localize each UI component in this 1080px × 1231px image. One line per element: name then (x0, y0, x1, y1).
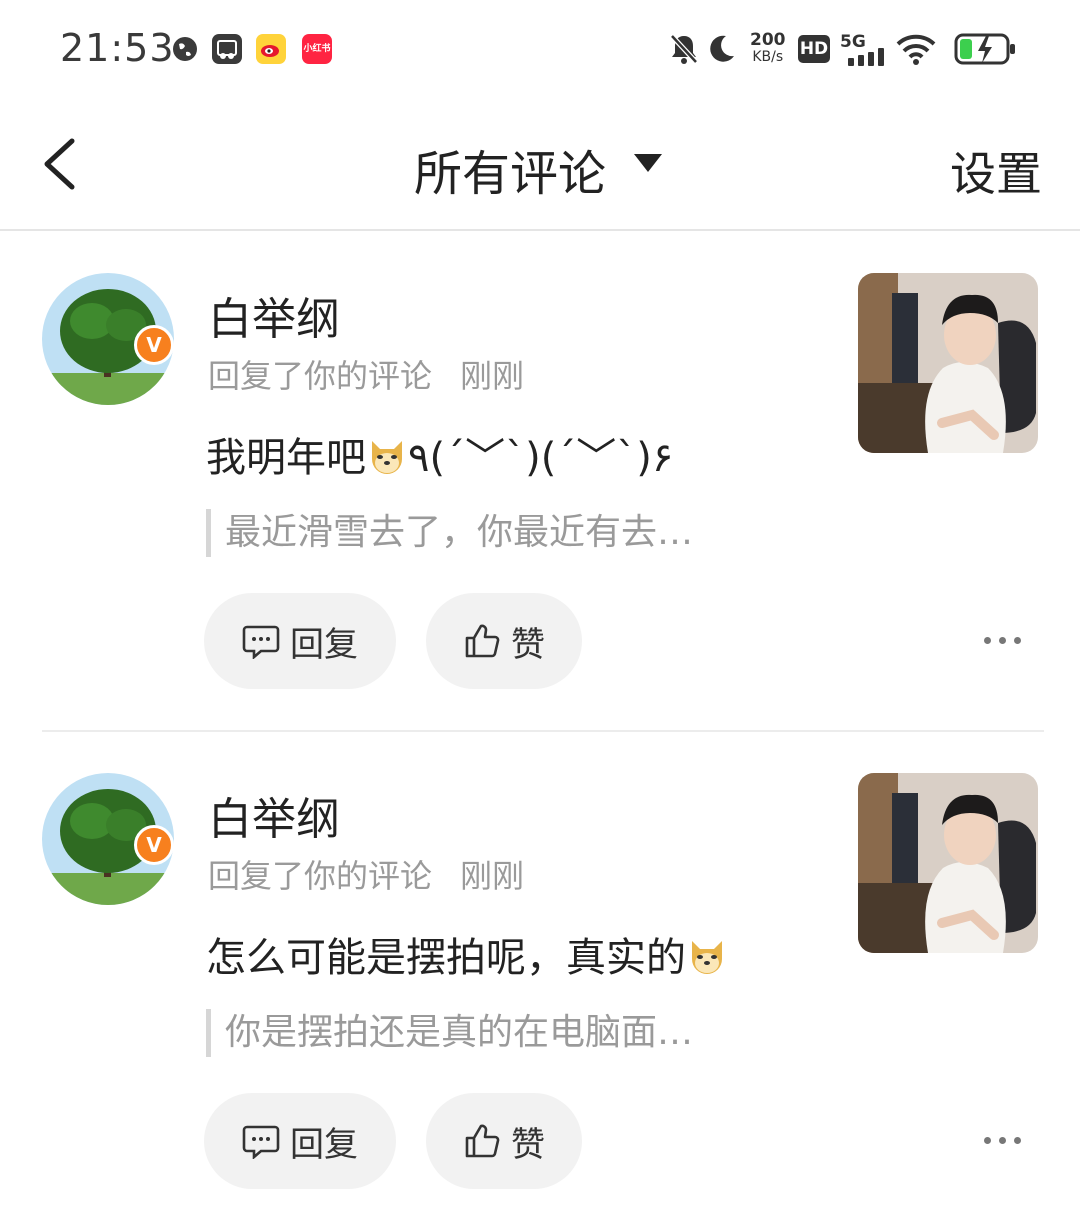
comment-meta: 回复了你的评论 刚刚 (208, 851, 524, 897)
network-speed: 200 KB/s (750, 32, 786, 66)
post-thumbnail[interactable] (858, 773, 1038, 953)
mute-icon (668, 32, 700, 70)
doge-emoji-icon (686, 937, 728, 987)
thumbs-up-icon (465, 624, 500, 658)
speed-unit: KB/s (752, 49, 784, 65)
comment-text[interactable]: 怎么可能是摆拍呢，真实的 (206, 925, 728, 987)
reply-label: 回复 (290, 1124, 358, 1165)
reply-label: 回复 (290, 624, 358, 665)
like-button[interactable]: 赞 (426, 1093, 582, 1189)
signal-icon (848, 48, 888, 70)
comment-text-main: 我明年吧 (206, 435, 366, 481)
globe-icon (170, 34, 200, 64)
thumbs-up-icon (465, 1124, 500, 1158)
doge-emoji-icon (366, 437, 408, 487)
reply-button[interactable]: 回复 (204, 593, 396, 689)
comment-icon (242, 625, 280, 659)
moon-icon (704, 32, 738, 70)
quoted-comment[interactable]: 最近滑雪去了，你最近有去… (206, 509, 693, 557)
post-thumbnail[interactable] (858, 273, 1038, 453)
weibo-icon (256, 34, 286, 64)
timestamp: 刚刚 (460, 857, 525, 895)
username[interactable]: 白举纲 (208, 783, 340, 847)
like-label: 赞 (511, 1124, 545, 1165)
verified-badge-icon: V (134, 325, 174, 365)
comment-text-main: 怎么可能是摆拍呢，真实的 (206, 935, 686, 981)
more-options-icon[interactable] (984, 1135, 1022, 1145)
reply-button[interactable]: 回复 (204, 1093, 396, 1189)
timestamp: 刚刚 (460, 357, 525, 395)
comment-text[interactable]: 我明年吧 ٩(ˊ﹀ˋ)(ˊ﹀ˋ)۶ (206, 425, 673, 487)
like-button[interactable]: 赞 (426, 593, 582, 689)
comment-meta: 回复了你的评论 刚刚 (208, 351, 524, 397)
caret-down-icon[interactable] (634, 154, 662, 172)
hd-badge: HD (798, 35, 830, 63)
more-options-icon[interactable] (984, 635, 1022, 645)
battery-charging-icon (954, 32, 1018, 70)
action-text: 回复了你的评论 (208, 357, 433, 395)
like-label: 赞 (511, 624, 545, 665)
wifi-icon (896, 32, 936, 70)
back-button[interactable] (42, 138, 76, 190)
comment-item: V 白举纲 回复了你的评论 刚刚 我明年吧 ٩(ˊ﹀ˋ)(ˊ﹀ˋ)۶ 最近滑雪去了，… (0, 231, 1080, 731)
comment-text-kaomoji: ٩(ˊ﹀ˋ)(ˊ﹀ˋ)۶ (408, 435, 674, 481)
status-time: 21:53 (60, 26, 175, 70)
comment-item: V 白举纲 回复了你的评论 刚刚 怎么可能是摆拍呢，真实的 你是摆拍还是真的在电脑… (0, 731, 1080, 1231)
app-icon (212, 34, 242, 64)
username[interactable]: 白举纲 (208, 283, 340, 347)
speed-value: 200 (750, 30, 786, 50)
verified-badge-icon: V (134, 825, 174, 865)
settings-button[interactable]: 设置 (950, 138, 1042, 204)
chevron-left-icon (44, 138, 75, 190)
quoted-comment[interactable]: 你是摆拍还是真的在电脑面… (206, 1009, 693, 1057)
action-text: 回复了你的评论 (208, 857, 433, 895)
page-title[interactable]: 所有评论 (414, 134, 606, 204)
xiaohongshu-icon: 小红书 (302, 34, 332, 64)
comment-icon (242, 1125, 280, 1159)
